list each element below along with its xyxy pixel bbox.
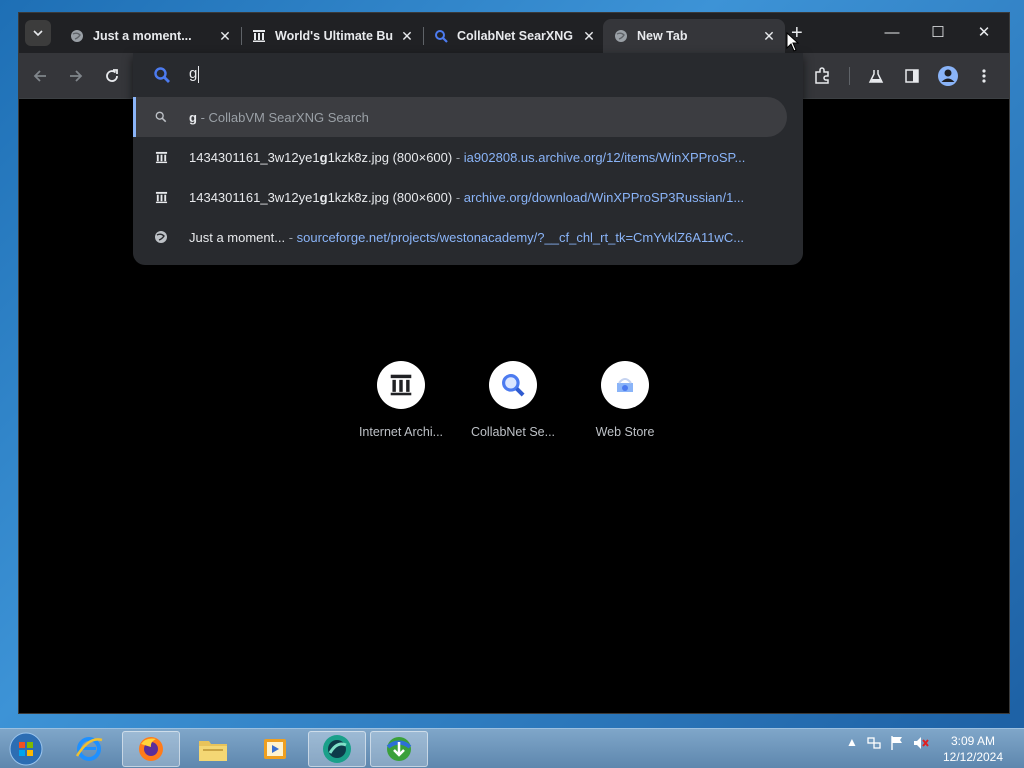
archive-icon xyxy=(377,361,425,409)
tab-just-a-moment[interactable]: Just a moment... ✕ xyxy=(59,19,241,53)
extensions-button[interactable] xyxy=(811,65,833,87)
taskbar-media-player[interactable] xyxy=(246,731,304,767)
taskbar: ▲ 3:09 AM 12/12/2024 xyxy=(0,728,1024,768)
side-panel-button[interactable] xyxy=(901,65,923,87)
taskbar-internet-explorer[interactable] xyxy=(60,731,118,767)
shortcut-collabnet-search[interactable]: CollabNet Se... xyxy=(465,361,561,439)
network-icon[interactable] xyxy=(866,735,882,754)
profile-button[interactable] xyxy=(937,65,959,87)
chrome-icon xyxy=(323,735,351,763)
search-icon xyxy=(153,66,171,89)
suggestion-text: 1434301161_3w12ye1g1kzk8z.jpg (800×600) … xyxy=(189,189,745,205)
internet-explorer-icon xyxy=(75,737,103,761)
tab-new-tab[interactable]: New Tab ✕ xyxy=(603,19,785,53)
search-icon xyxy=(153,109,169,125)
shortcut-internet-archive[interactable]: Internet Archi... xyxy=(353,361,449,439)
suggestion-item[interactable]: Just a moment... - sourceforge.net/proje… xyxy=(133,217,803,257)
globe-icon xyxy=(613,28,629,44)
mouse-cursor-icon xyxy=(786,32,800,52)
suggestion-item[interactable]: 1434301161_3w12ye1g1kzk8z.jpg (800×600) … xyxy=(133,177,803,217)
start-orb-icon xyxy=(9,732,43,766)
clock-date: 12/12/2024 xyxy=(942,750,1004,764)
arrow-left-icon xyxy=(33,70,46,82)
close-icon[interactable]: ✕ xyxy=(397,28,417,45)
show-hidden-icons-icon[interactable]: ▲ xyxy=(846,735,858,749)
file-explorer-icon xyxy=(199,741,227,761)
browser-window: Just a moment... ✕ World's Ultimate Bu ✕… xyxy=(18,12,1010,714)
tab-title: New Tab xyxy=(637,29,688,43)
clock-time: 3:09 AM xyxy=(950,734,996,748)
taskbar-download-manager[interactable] xyxy=(370,731,428,767)
puzzle-icon xyxy=(815,67,829,84)
globe-icon xyxy=(69,28,85,44)
taskbar-chrome[interactable] xyxy=(308,731,366,767)
address-bar[interactable]: g xyxy=(133,53,803,97)
menu-button[interactable] xyxy=(973,65,995,87)
close-icon[interactable]: ✕ xyxy=(759,28,779,45)
shortcut-label: Internet Archi... xyxy=(358,425,444,439)
archive-icon xyxy=(153,189,169,205)
back-button[interactable] xyxy=(29,65,51,87)
webstore-icon xyxy=(601,361,649,409)
taskbar-firefox[interactable] xyxy=(122,731,180,767)
arrow-right-icon xyxy=(70,70,83,82)
suggestion-text: g - CollabVM SearXNG Search xyxy=(189,109,369,125)
labs-button[interactable] xyxy=(865,65,887,87)
minimize-button[interactable]: — xyxy=(869,19,915,45)
system-clock[interactable]: 3:09 AM 12/12/2024 xyxy=(938,733,1008,765)
action-center-flag-icon[interactable] xyxy=(890,735,904,754)
firefox-icon xyxy=(139,737,163,761)
maximize-button[interactable]: ☐ xyxy=(915,19,961,45)
search-icon xyxy=(433,28,449,44)
tab-search-button[interactable] xyxy=(25,20,51,46)
avatar-icon xyxy=(938,66,958,86)
tab-title: World's Ultimate Bu xyxy=(275,29,394,43)
volume-muted-icon[interactable] xyxy=(912,735,930,754)
tab-strip: Just a moment... ✕ World's Ultimate Bu ✕… xyxy=(19,13,1009,53)
address-input[interactable]: g xyxy=(189,65,200,83)
tab-title: Just a moment... xyxy=(93,29,192,43)
close-icon[interactable]: ✕ xyxy=(579,28,599,45)
search-icon xyxy=(489,361,537,409)
tab-worlds-ultimate[interactable]: World's Ultimate Bu ✕ xyxy=(241,19,423,53)
shortcut-label: Web Store xyxy=(595,425,655,439)
flask-icon xyxy=(868,70,884,83)
archive-icon xyxy=(251,28,267,44)
shortcut-label: CollabNet Se... xyxy=(470,425,556,439)
forward-button[interactable] xyxy=(65,65,87,87)
window-close-button[interactable]: ✕ xyxy=(961,19,1007,45)
reload-button[interactable] xyxy=(101,65,123,87)
side-panel-icon xyxy=(905,69,919,83)
suggestion-text: Just a moment... - sourceforge.net/proje… xyxy=(189,229,745,245)
suggestion-item[interactable]: 1434301161_3w12ye1g1kzk8z.jpg (800×600) … xyxy=(133,137,803,177)
globe-icon xyxy=(153,229,169,245)
media-player-icon xyxy=(264,739,286,759)
suggestion-item[interactable]: g - CollabVM SearXNG Search xyxy=(133,97,787,137)
start-button[interactable] xyxy=(6,730,46,768)
close-icon[interactable]: ✕ xyxy=(215,28,235,45)
suggestion-text: 1434301161_3w12ye1g1kzk8z.jpg (800×600) … xyxy=(189,149,746,165)
download-manager-icon xyxy=(386,737,412,761)
shortcut-web-store[interactable]: Web Store xyxy=(577,361,673,439)
reload-icon xyxy=(106,69,118,82)
taskbar-file-explorer[interactable] xyxy=(184,731,242,767)
toolbar-separator xyxy=(849,67,850,85)
selection-indicator xyxy=(133,97,136,137)
tab-title: CollabNet SearXNG xyxy=(457,29,574,43)
archive-icon xyxy=(153,149,169,165)
tab-collabnet-searxng[interactable]: CollabNet SearXNG ✕ xyxy=(423,19,605,53)
omnibox-dropdown: g g - CollabVM SearXNG Search 1434301161… xyxy=(133,53,803,265)
more-vert-icon xyxy=(982,69,986,83)
chevron-down-icon xyxy=(33,30,43,37)
